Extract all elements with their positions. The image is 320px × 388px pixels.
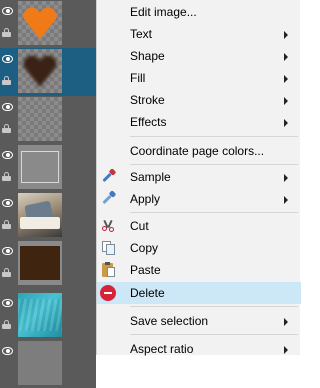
copy-icon bbox=[101, 240, 117, 256]
menu-item-label: Shape bbox=[130, 49, 165, 63]
menu-item-delete[interactable]: Delete bbox=[97, 282, 301, 304]
menu-item-label: Effects bbox=[130, 115, 167, 129]
visibility-eye-icon[interactable] bbox=[2, 55, 13, 63]
submenu-arrow-icon bbox=[284, 119, 288, 127]
layer-row[interactable] bbox=[0, 340, 96, 388]
submenu-arrow-icon bbox=[284, 75, 288, 83]
layer-row[interactable] bbox=[0, 144, 96, 192]
menu-item-label: Sample bbox=[130, 170, 171, 184]
submenu-arrow-icon bbox=[284, 318, 288, 326]
menu-item-fill[interactable]: Fill bbox=[97, 67, 301, 89]
menu-item-stroke[interactable]: Stroke bbox=[97, 89, 301, 111]
layer-thumbnail bbox=[18, 241, 62, 285]
layer-thumbnail bbox=[18, 145, 62, 189]
menu-item-label: Edit image... bbox=[130, 5, 197, 19]
menu-item-label: Cut bbox=[130, 219, 149, 233]
layer-row[interactable] bbox=[0, 0, 96, 48]
menu-item-aspect-ratio[interactable]: Aspect ratio bbox=[97, 338, 301, 360]
menu-item-label: Copy bbox=[130, 241, 159, 255]
menu-item-effects[interactable]: Effects bbox=[97, 111, 301, 133]
menu-item-label: Aspect ratio bbox=[130, 342, 194, 356]
layer-row[interactable] bbox=[0, 292, 96, 340]
menu-item-label: Stroke bbox=[130, 93, 165, 107]
menu-separator bbox=[130, 212, 298, 213]
layer-row[interactable] bbox=[0, 240, 96, 288]
visibility-eye-icon[interactable] bbox=[2, 7, 13, 15]
lock-icon[interactable] bbox=[2, 124, 11, 133]
submenu-arrow-icon bbox=[284, 346, 288, 354]
layer-thumbnail bbox=[18, 1, 62, 45]
visibility-eye-icon[interactable] bbox=[2, 151, 13, 159]
paste-icon bbox=[101, 262, 117, 278]
eyedropper-apply-icon bbox=[101, 190, 117, 207]
lock-icon[interactable] bbox=[2, 320, 11, 329]
menu-item-shape[interactable]: Shape bbox=[97, 45, 301, 67]
submenu-arrow-icon bbox=[284, 174, 288, 182]
submenu-arrow-icon bbox=[284, 53, 288, 61]
visibility-eye-icon[interactable] bbox=[2, 347, 13, 355]
menu-item-edit-image[interactable]: Edit image... bbox=[97, 1, 301, 23]
eyedropper-icon bbox=[101, 168, 117, 185]
context-menu: Edit image... Text Shape Fill Stroke Eff… bbox=[96, 0, 301, 356]
layers-panel bbox=[0, 0, 96, 388]
menu-item-text[interactable]: Text bbox=[97, 23, 301, 45]
menu-separator bbox=[130, 334, 298, 335]
menu-item-paste[interactable]: Paste bbox=[97, 259, 301, 281]
menu-item-sample[interactable]: Sample bbox=[97, 166, 301, 188]
heart-icon bbox=[23, 55, 57, 87]
menu-item-label: Text bbox=[130, 27, 153, 41]
menu-item-label: Coordinate page colors... bbox=[130, 144, 265, 158]
menu-item-label: Fill bbox=[130, 71, 146, 85]
menu-item-label: Save selection bbox=[130, 314, 209, 328]
menu-item-label: Apply bbox=[130, 192, 161, 206]
layer-thumbnail bbox=[18, 97, 62, 141]
menu-separator bbox=[130, 306, 298, 307]
menu-separator bbox=[130, 136, 298, 137]
heart-icon bbox=[23, 7, 57, 40]
submenu-arrow-icon bbox=[284, 97, 288, 105]
menu-item-save-selection[interactable]: Save selection bbox=[97, 310, 301, 332]
layer-row-selected[interactable] bbox=[0, 48, 96, 96]
submenu-arrow-icon bbox=[284, 31, 288, 39]
menu-separator bbox=[130, 164, 298, 165]
layer-thumbnail bbox=[18, 193, 62, 237]
layer-thumbnail bbox=[18, 293, 62, 337]
submenu-arrow-icon bbox=[284, 196, 288, 204]
lock-icon[interactable] bbox=[2, 172, 11, 181]
layer-thumbnail bbox=[18, 49, 62, 93]
visibility-eye-icon[interactable] bbox=[2, 247, 13, 255]
layer-row[interactable] bbox=[0, 192, 96, 240]
menu-item-apply[interactable]: Apply bbox=[97, 188, 301, 210]
lock-icon[interactable] bbox=[2, 220, 11, 229]
lock-icon[interactable] bbox=[2, 76, 11, 85]
menu-item-label: Delete bbox=[130, 286, 165, 300]
menu-item-cut[interactable]: Cut bbox=[97, 215, 301, 237]
menu-item-label: Paste bbox=[130, 263, 161, 277]
menu-item-coordinate-page-colors[interactable]: Coordinate page colors... bbox=[97, 140, 301, 162]
lock-icon[interactable] bbox=[2, 268, 11, 277]
layer-row[interactable] bbox=[0, 96, 96, 144]
menu-item-copy[interactable]: Copy bbox=[97, 237, 301, 259]
visibility-eye-icon[interactable] bbox=[2, 299, 13, 307]
visibility-eye-icon[interactable] bbox=[2, 199, 13, 207]
layer-thumbnail bbox=[18, 341, 62, 385]
delete-icon bbox=[100, 285, 116, 301]
visibility-eye-icon[interactable] bbox=[2, 103, 13, 111]
lock-icon[interactable] bbox=[2, 28, 11, 37]
scissors-icon bbox=[101, 218, 117, 234]
